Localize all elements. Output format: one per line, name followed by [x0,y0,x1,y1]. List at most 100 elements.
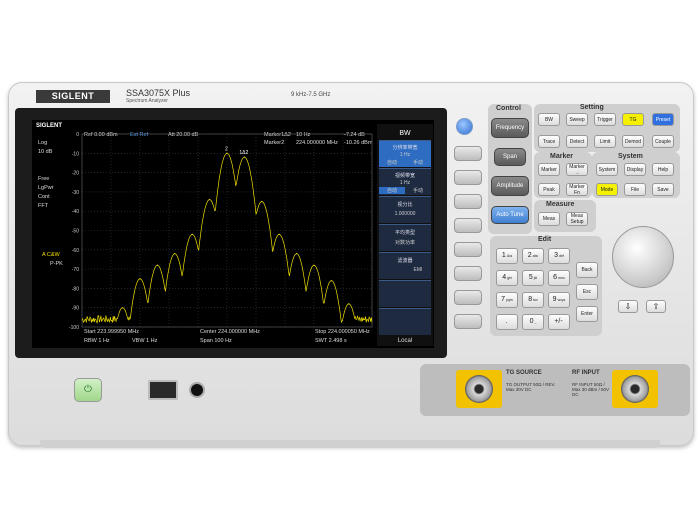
measure-title: Measure [546,201,575,208]
preset-button[interactable]: Preset [652,113,674,126]
edit-title: Edit [538,236,552,243]
brand-logo: SIGLENT [36,90,110,103]
back-button[interactable]: Back [576,262,598,278]
y-tick-label: -90 [72,306,79,312]
y-tick-label: -80 [72,286,79,292]
display-button[interactable]: Display [624,163,646,176]
span: Span 100 Hz [200,338,232,344]
key-label: 9 [552,296,557,303]
rf-input-connector[interactable] [621,375,649,403]
key-sub-label: def [559,254,564,258]
softkey-hw-8[interactable] [454,314,482,329]
tg-source-frame [456,370,502,408]
peak-point [156,264,158,266]
meas-setup-button[interactable]: Meas Setup [566,212,588,226]
y-tick-label: -70 [72,267,79,273]
softkey-rbw[interactable]: 分辨率带宽 1 Hz 自动 手动 [379,140,431,167]
key-0[interactable]: 0 _ [522,314,544,330]
esc-button[interactable]: Esc [576,284,598,300]
arrow-up-button[interactable]: ⇧ [646,300,666,313]
softkey-blank-2[interactable] [379,308,431,335]
key-sub-label: pqrs [506,298,513,302]
tg-button[interactable]: TG [622,113,644,126]
help-button[interactable]: Help [652,163,674,176]
softkey-vbw[interactable]: 视频带宽 1 Hz 自动 手动 [379,168,431,195]
softkey-hw-4[interactable] [454,218,482,233]
limit-button[interactable]: Limit [594,135,616,148]
key-5[interactable]: 5 jkl [522,270,544,286]
touch-toggle-button[interactable] [456,118,473,135]
peak-point [122,307,124,309]
softkey-hw-6[interactable] [454,266,482,281]
arrow-down-button[interactable]: ⇩ [618,300,638,313]
peak-point [226,152,228,154]
key-9[interactable]: 9 wxyz [548,292,570,308]
y-tick-label: -20 [72,171,79,177]
marker-button[interactable]: Marker [538,163,560,176]
softkey-filter[interactable]: 滤波器 EMI [379,252,431,279]
softkey-hw-5[interactable] [454,242,482,257]
meas-button[interactable]: Meas [538,212,560,226]
key-sub-label: abc [532,254,539,258]
softkey-hw-7[interactable] [454,290,482,305]
save-button[interactable]: Save [652,183,674,196]
rf-input-title: RF INPUT [572,370,600,376]
peak-point [330,280,332,282]
rotary-knob[interactable] [612,226,674,288]
y-tick-label: -30 [72,190,79,196]
softkey-hw-2[interactable] [454,170,482,185]
key-dot[interactable]: . [496,314,518,330]
marker-fn-button[interactable]: Marker Fn [566,183,588,196]
frequency-button[interactable]: Frequency [491,118,529,138]
softkey-vbw-value: 1 Hz [399,180,411,186]
start-freq: Start 223.999950 MHz [84,329,140,335]
key-2[interactable]: 2 abc [522,248,544,264]
trace-button[interactable]: Trace [538,135,560,148]
softkey-hw-3[interactable] [454,194,482,209]
softkey-menu: BW 分辨率带宽 1 Hz 自动 手动 视频带宽 1 Hz 自动 手动 视分比 … [377,124,433,346]
softkey-hw-1[interactable] [454,146,482,161]
trace-a-line [81,152,373,324]
marker-to-button[interactable]: Marker → [566,163,588,176]
peak-button[interactable]: Peak [538,183,560,196]
peak-point [313,264,315,266]
softkey-rbw-man: 手动 [412,160,423,166]
trigger-button[interactable]: Trigger [594,113,616,126]
tg-source-connector[interactable] [465,375,493,403]
softkey-blank-1[interactable] [379,280,431,307]
amplitude-button[interactable]: Amplitude [491,176,529,196]
span-button[interactable]: Span [494,148,526,166]
spectrum-plot: 0 -10 -20 -30 -40 -50 -60 -70 -80 -90 -100 2 1Δ2 [69,132,373,331]
auto-tune-button[interactable]: Auto Tune [491,206,529,224]
key-label: 3 [554,252,559,259]
key-4[interactable]: 4 ghi [496,270,518,286]
file-button[interactable]: File [624,183,646,196]
key-3[interactable]: 3 def [548,248,570,264]
marker-2-tag: 2 [225,146,228,152]
setting-title: Setting [580,104,604,111]
key-8[interactable]: 8 tuv [522,292,544,308]
system-button[interactable]: System [596,163,618,176]
control-title: Control [496,105,521,112]
key-label: 1 [501,252,506,259]
key-6[interactable]: 6 mno [548,270,570,286]
key-sign[interactable]: +/- [548,314,570,330]
enter-button[interactable]: Enter [576,306,598,322]
key-sub-label: A/a [506,254,513,258]
model-subtitle: Spectrum Analyzer [126,98,168,104]
bw-button[interactable]: BW [538,113,560,126]
demod-button[interactable]: Demod [622,135,644,148]
rbw: RBW 1 Hz [84,338,110,344]
sweep-button[interactable]: Sweep [566,113,588,126]
key-7[interactable]: 7 pqrs [496,292,518,308]
mode-button[interactable]: Mode [596,183,618,196]
peak-point [296,253,298,255]
key-1[interactable]: 1 A/a [496,248,518,264]
analyzer-screen: SIGLENT Ref 0.00 dBm Ext Ref Att 20.00 d… [32,120,434,348]
couple-button[interactable]: Couple [652,135,674,148]
detect-button[interactable]: Detect [566,135,588,148]
softkey-avg-type[interactable]: 平均类型 对数功率 [379,224,431,251]
stop-freq: Stop 224.000050 MHz [315,329,370,335]
softkey-vbw-rbw[interactable]: 视分比 1.000000 [379,196,431,223]
power-button[interactable]: ⏻ [74,378,102,402]
